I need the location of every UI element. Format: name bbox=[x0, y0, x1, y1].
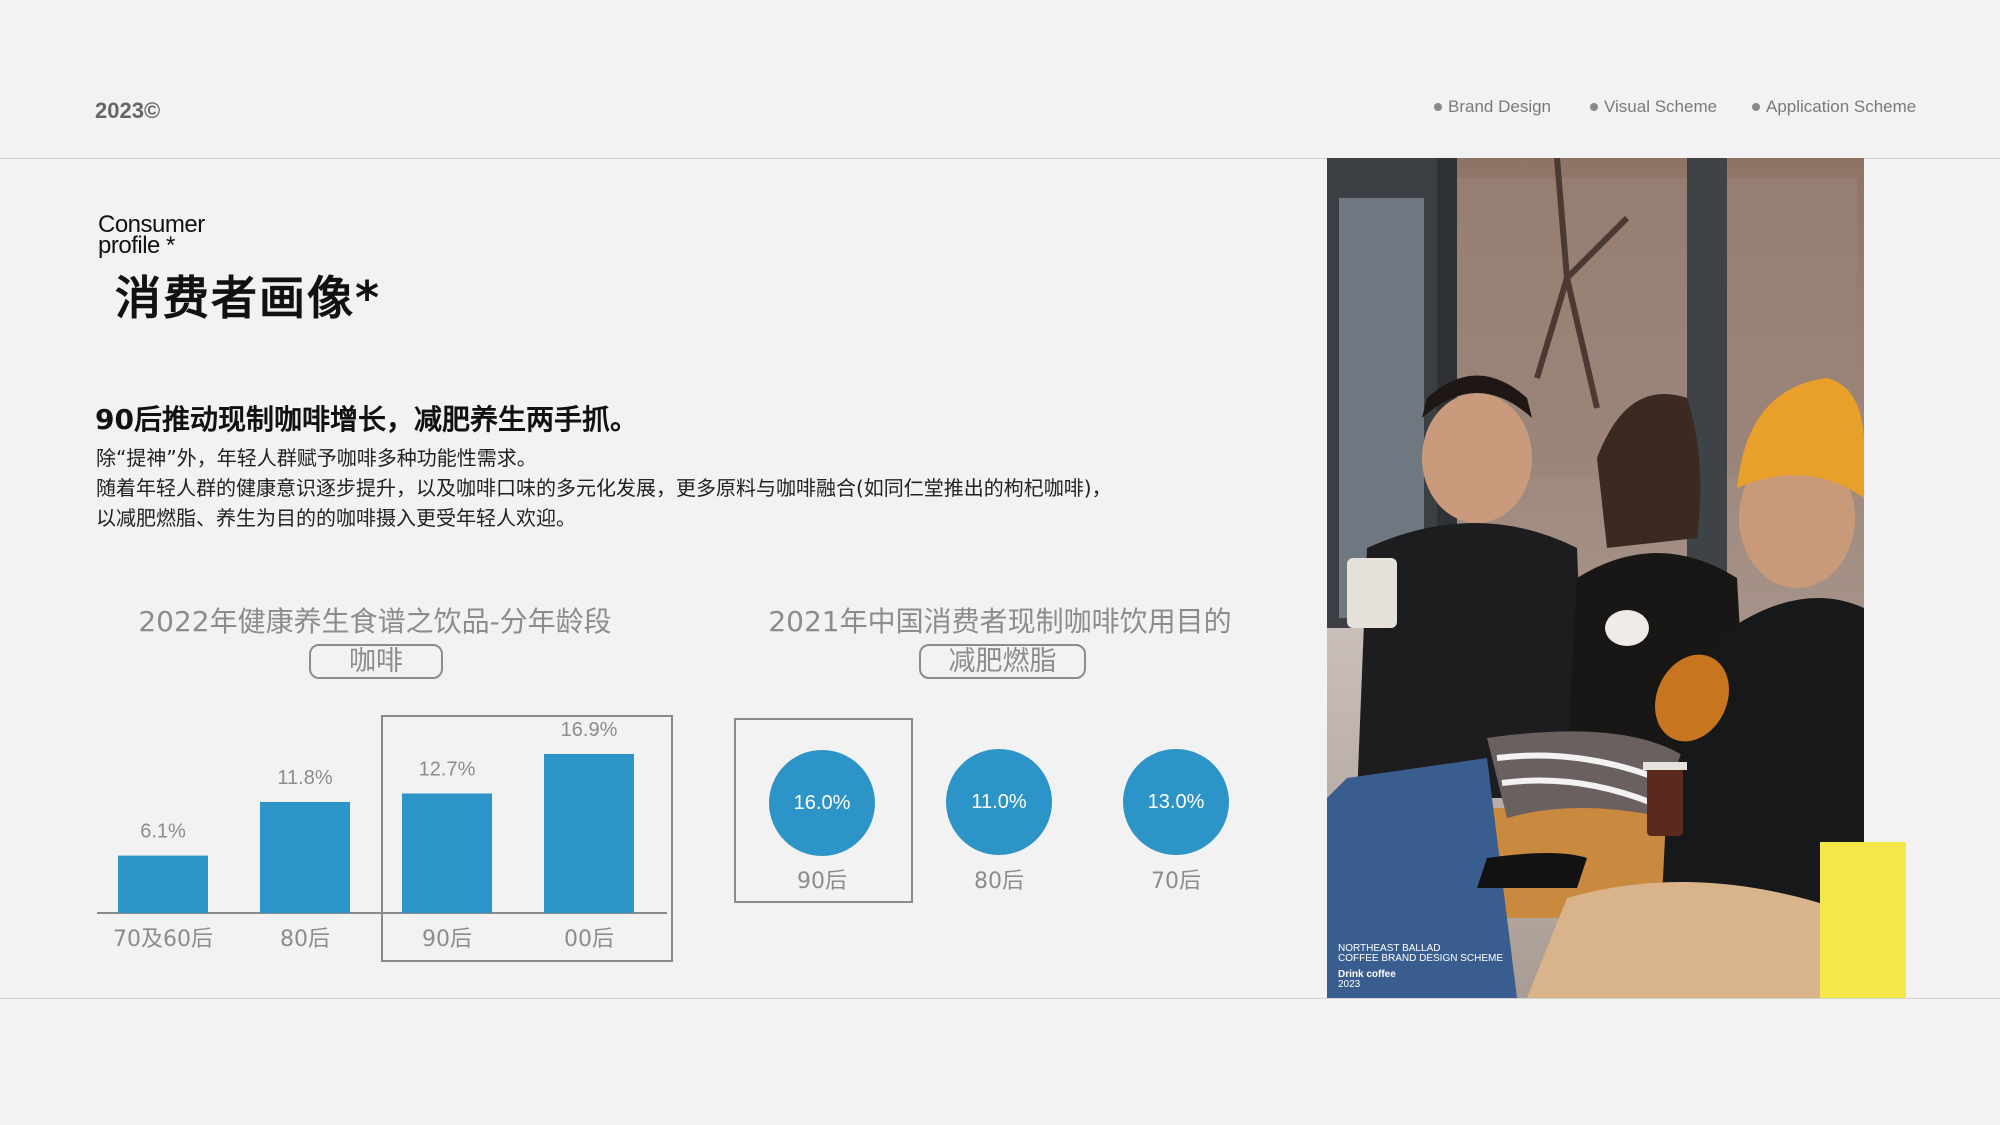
bullet-icon bbox=[1434, 103, 1442, 111]
bar bbox=[118, 855, 208, 913]
category-label: 80后 bbox=[280, 927, 330, 952]
bar-value-label: 16.9% bbox=[561, 719, 618, 741]
footer-divider bbox=[0, 998, 2000, 999]
chart2-tag: 减肥燃脂 bbox=[919, 644, 1086, 679]
caption-line: Drink coffee bbox=[1338, 969, 1396, 980]
nav-label: Brand Design bbox=[1448, 97, 1552, 116]
bubble-label: 80后 bbox=[974, 869, 1024, 894]
bar-value-label: 11.8% bbox=[277, 767, 332, 789]
title-english: Consumer profile * bbox=[98, 213, 205, 259]
nav-brand-design[interactable]: Brand Design bbox=[1434, 97, 1551, 117]
bubble-80: 11.0% bbox=[946, 749, 1052, 855]
caption-line: COFFEE BRAND DESIGN SCHEME bbox=[1338, 953, 1504, 964]
bullet-icon bbox=[1752, 103, 1760, 111]
category-label: 00后 bbox=[564, 927, 614, 952]
photo-caption: NORTHEAST BALLAD COFFEE BRAND DESIGN SCH… bbox=[1338, 944, 1503, 990]
headline: 90后推动现制咖啡增长，减肥养生两手抓。 bbox=[95, 403, 638, 436]
page-title: 消费者画像* bbox=[115, 271, 382, 325]
bar bbox=[402, 793, 492, 913]
age-bar-chart: 6.1% 70及60后 11.8% 80后 12.7% 90后 16.9% 00后 bbox=[97, 719, 667, 952]
friends-drinking-coffee-photo bbox=[1327, 158, 1864, 998]
bubble-90: 16.0% bbox=[769, 750, 875, 856]
intro-line: 以减肥燃脂、养生为目的的咖啡摄入更受年轻人欢迎。 bbox=[96, 506, 576, 530]
bar-value-label: 12.7% bbox=[419, 758, 476, 780]
nav-application-scheme[interactable]: Application Scheme bbox=[1752, 97, 1916, 117]
nav-label: Visual Scheme bbox=[1604, 97, 1718, 116]
intro-line: 随着年轻人群的健康意识逐步提升，以及咖啡口味的多元化发展，更多原料与咖啡融合(如… bbox=[96, 476, 1112, 500]
year-label: 2023© bbox=[95, 98, 161, 123]
category-label: 90后 bbox=[422, 927, 472, 952]
yellow-accent-block bbox=[1820, 842, 1906, 998]
chart1-tag: 咖啡 bbox=[309, 644, 443, 679]
caption-line: 2023 bbox=[1338, 979, 1361, 990]
bar-value-label: 6.1% bbox=[140, 821, 186, 843]
bubble-label: 70后 bbox=[1151, 869, 1201, 894]
bullet-icon bbox=[1590, 103, 1598, 111]
nav-label: Application Scheme bbox=[1766, 97, 1917, 116]
intro-line: 除“提神”外，年轻人群赋予咖啡多种功能性需求。 bbox=[96, 446, 537, 470]
bubble-label: 90后 bbox=[797, 869, 847, 894]
chart2-title: 2021年中国消费者现制咖啡饮用目的 bbox=[768, 605, 1232, 638]
bar bbox=[260, 801, 350, 913]
nav-visual-scheme[interactable]: Visual Scheme bbox=[1590, 97, 1717, 117]
chart1-title: 2022年健康养生食谱之饮品-分年龄段 bbox=[138, 605, 612, 638]
bar bbox=[544, 753, 634, 913]
category-label: 70及60后 bbox=[113, 927, 213, 952]
title-en-line: profile * bbox=[98, 232, 175, 259]
bubble-70: 13.0% bbox=[1123, 749, 1229, 855]
